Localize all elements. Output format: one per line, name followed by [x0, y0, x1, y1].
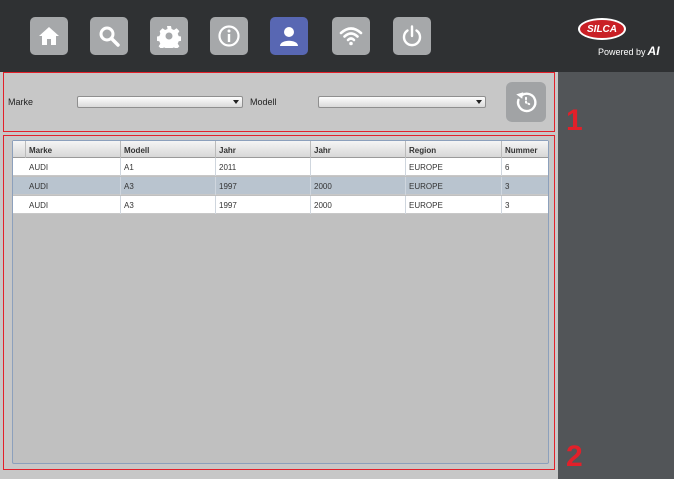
silca-logo-badge: SILCA [578, 18, 626, 40]
user-button[interactable] [270, 17, 308, 55]
logo-powered-by: Powered by AI [598, 44, 660, 58]
power-button[interactable] [393, 17, 431, 55]
cell-jahr-to: 2000 [311, 196, 406, 214]
cell-modell: A3 [121, 196, 216, 214]
search-button[interactable] [90, 17, 128, 55]
callout-region-1 [3, 72, 555, 132]
info-button[interactable] [210, 17, 248, 55]
cell-marke: AUDI [26, 158, 121, 176]
column-header-jahr-from[interactable]: Jahr [216, 141, 311, 158]
callout-number-1: 1 [566, 104, 583, 137]
cell-region: EUROPE [406, 158, 502, 176]
cell-jahr-to [311, 158, 406, 176]
cell-nummer: 3 [505, 201, 510, 210]
cell-jahr-to: 2000 [311, 177, 406, 195]
powered-by-text: Powered by [598, 47, 646, 57]
logo-brand-text: SILCA [587, 23, 617, 35]
home-button[interactable] [30, 17, 68, 55]
cell-region: EUROPE [406, 177, 502, 195]
partner-logo-text: AI [647, 44, 660, 58]
column-header-marke[interactable]: Marke [26, 141, 121, 158]
table-row[interactable]: AUDI A3 1997 2000 EUROPE 3 [13, 196, 548, 214]
top-toolbar: SILCA Powered by AI [0, 0, 674, 72]
cell-modell: A1 [121, 158, 216, 176]
cell-jahr-from: 1997 [216, 177, 311, 195]
cell-nummer: 6 [505, 163, 510, 172]
info-icon [218, 25, 240, 47]
cell-jahr-from: 1997 [216, 196, 311, 214]
table-header: Marke Modell Jahr Jahr Region Nummer [13, 141, 548, 158]
gear-icon [157, 26, 181, 48]
column-header-nummer[interactable]: Nummer [502, 141, 548, 158]
column-header-jahr-to[interactable]: Jahr [311, 141, 406, 158]
cell-nummer: 3 [505, 182, 510, 191]
cell-jahr-from: 2011 [216, 158, 311, 176]
row-selector-header[interactable] [13, 141, 26, 158]
callout-number-2: 2 [566, 440, 583, 473]
results-table[interactable]: Marke Modell Jahr Jahr Region Nummer AUD… [12, 140, 549, 464]
table-row[interactable]: AUDI A1 2011 EUROPE 6 [13, 158, 548, 176]
cell-marke: AUDI [26, 177, 121, 195]
settings-button[interactable] [150, 17, 188, 55]
column-header-modell[interactable]: Modell [121, 141, 216, 158]
search-icon [99, 26, 120, 47]
cell-region: EUROPE [406, 196, 502, 214]
cell-modell: A3 [121, 177, 216, 195]
wifi-button[interactable] [332, 17, 370, 55]
wifi-icon [339, 27, 363, 46]
column-header-region[interactable]: Region [406, 141, 502, 158]
home-icon [39, 27, 59, 45]
power-icon [402, 25, 422, 47]
brand-logo: SILCA Powered by AI [570, 12, 674, 60]
user-icon [280, 27, 298, 46]
cell-marke: AUDI [26, 196, 121, 214]
table-row[interactable]: AUDI A3 1997 2000 EUROPE 3 [13, 177, 548, 195]
